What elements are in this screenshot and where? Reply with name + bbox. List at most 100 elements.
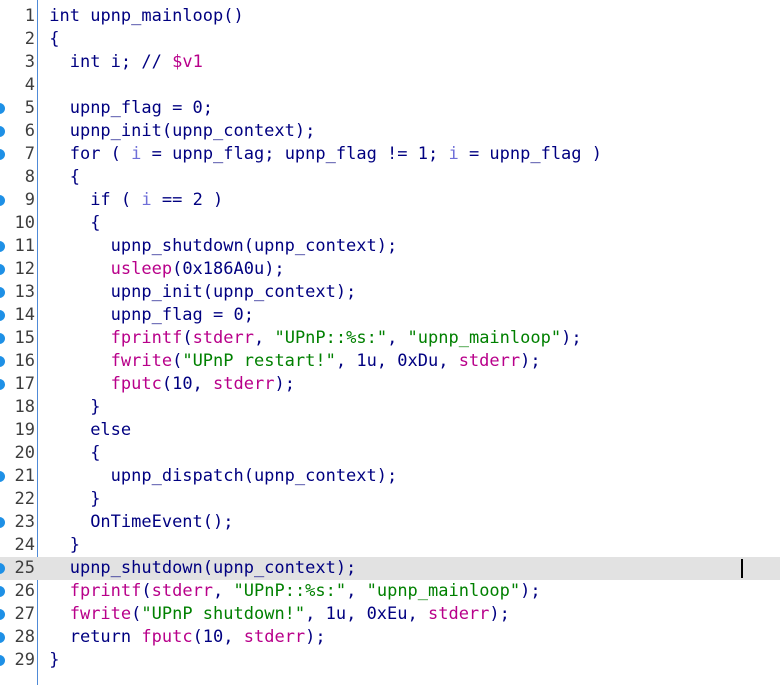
code-line[interactable]: 9 if ( i == 2 ) bbox=[0, 189, 780, 212]
code-token: int bbox=[69, 52, 111, 72]
code-line[interactable]: 29 } bbox=[0, 649, 780, 672]
code-token: i bbox=[141, 190, 152, 210]
code-text: { bbox=[39, 442, 100, 465]
code-token: ( bbox=[131, 604, 142, 624]
code-token: ( bbox=[182, 328, 193, 348]
code-token: } bbox=[69, 535, 80, 555]
code-token: ); bbox=[489, 604, 510, 624]
code-token: upnp_init(upnp_context); bbox=[110, 282, 357, 302]
line-number: 12 bbox=[14, 259, 35, 279]
line-number: 15 bbox=[14, 328, 35, 348]
code-line[interactable]: 2 { bbox=[0, 28, 780, 51]
code-line[interactable]: 12 usleep(0x186A0u); bbox=[0, 258, 780, 281]
code-text: return fputc(10, stderr); bbox=[39, 626, 326, 649]
code-token: upnp_shutdown(upnp_context); bbox=[110, 236, 398, 256]
code-line[interactable]: 5 upnp_flag = 0; bbox=[0, 97, 780, 120]
code-line[interactable]: 14 upnp_flag = 0; bbox=[0, 304, 780, 327]
code-token: ( bbox=[172, 351, 183, 371]
code-text: upnp_flag = 0; bbox=[39, 304, 254, 327]
code-token: // bbox=[141, 52, 173, 72]
line-number: 14 bbox=[14, 305, 35, 325]
code-token: ( bbox=[141, 581, 152, 601]
line-number: 21 bbox=[14, 466, 35, 486]
code-token: ); bbox=[274, 374, 295, 394]
code-token: $v1 bbox=[172, 52, 203, 72]
code-text: } bbox=[39, 649, 59, 672]
code-line[interactable]: 19 else bbox=[0, 419, 780, 442]
code-token: stderr bbox=[151, 581, 214, 601]
code-line[interactable]: 23 OnTimeEvent(); bbox=[0, 511, 780, 534]
code-token: "UPnP restart!" bbox=[182, 351, 336, 371]
code-token: , bbox=[346, 581, 367, 601]
code-token: i bbox=[448, 144, 459, 164]
code-token: upnp_dispatch(upnp_context); bbox=[110, 466, 398, 486]
code-text: int i; // $v1 bbox=[39, 51, 203, 74]
code-token: for bbox=[69, 144, 111, 164]
code-token: { bbox=[90, 443, 101, 463]
code-line[interactable]: 28 return fputc(10, stderr); bbox=[0, 626, 780, 649]
code-token: ); bbox=[520, 351, 541, 371]
code-line[interactable]: 16 fwrite("UPnP restart!", 1u, 0xDu, std… bbox=[0, 350, 780, 373]
line-number: 16 bbox=[14, 351, 35, 371]
code-token: { bbox=[49, 29, 60, 49]
code-line[interactable]: 4 bbox=[0, 74, 780, 97]
line-number: 23 bbox=[14, 512, 35, 532]
code-token: (0x186A0u); bbox=[172, 259, 285, 279]
code-text: fprintf(stderr, "UPnP::%s:", "upnp_mainl… bbox=[39, 580, 541, 603]
code-line[interactable]: 8 { bbox=[0, 166, 780, 189]
code-token: int bbox=[49, 6, 91, 26]
code-token: fwrite bbox=[110, 351, 173, 371]
code-text: fprintf(stderr, "UPnP::%s:", "upnp_mainl… bbox=[39, 327, 582, 350]
line-number: 24 bbox=[14, 535, 35, 555]
code-text: upnp_dispatch(upnp_context); bbox=[39, 465, 398, 488]
code-token: fprintf bbox=[110, 328, 183, 348]
code-token: usleep bbox=[110, 259, 173, 279]
pseudocode-editor[interactable]: 1 int upnp_mainloop() 2 {3 int i; // $v1 4… bbox=[0, 0, 780, 685]
code-line[interactable]: 7 for ( i = upnp_flag; upnp_flag != 1; i… bbox=[0, 143, 780, 166]
code-line[interactable]: 13 upnp_init(upnp_context); bbox=[0, 281, 780, 304]
code-token: ( bbox=[120, 190, 142, 210]
code-token: fwrite bbox=[69, 604, 132, 624]
line-number: 29 bbox=[14, 650, 35, 670]
code-token: = upnp_flag ) bbox=[458, 144, 602, 164]
code-token: i; bbox=[110, 52, 142, 72]
code-token: "UPnP::%s:" bbox=[274, 328, 388, 348]
code-line[interactable]: 3 int i; // $v1 bbox=[0, 51, 780, 74]
code-token: (10, bbox=[161, 374, 214, 394]
code-line[interactable]: 15 fprintf(stderr, "UPnP::%s:", "upnp_ma… bbox=[0, 327, 780, 350]
code-token: upnp_mainloop bbox=[90, 6, 224, 26]
code-line[interactable]: 27 fwrite("UPnP shutdown!", 1u, 0xEu, st… bbox=[0, 603, 780, 626]
code-text: fwrite("UPnP restart!", 1u, 0xDu, stderr… bbox=[39, 350, 541, 373]
code-token: upnp_flag = 0; bbox=[110, 305, 254, 325]
line-number: 19 bbox=[14, 420, 35, 440]
code-token: ); bbox=[305, 627, 326, 647]
code-line[interactable]: 21 upnp_dispatch(upnp_context); bbox=[0, 465, 780, 488]
code-token: fputc bbox=[141, 627, 193, 647]
line-number: 2 bbox=[24, 29, 35, 49]
code-line[interactable]: 1 int upnp_mainloop() bbox=[0, 5, 780, 28]
code-text: { bbox=[39, 28, 60, 51]
code-token: stderr bbox=[427, 604, 490, 624]
line-number: 4 bbox=[24, 75, 35, 95]
code-line[interactable]: 11 upnp_shutdown(upnp_context); bbox=[0, 235, 780, 258]
code-text: else bbox=[39, 419, 131, 442]
code-text: } bbox=[39, 488, 100, 511]
code-line[interactable]: 20 { bbox=[0, 442, 780, 465]
code-line[interactable]: 24 } bbox=[0, 534, 780, 557]
code-token: upnp_flag = 0; bbox=[69, 98, 214, 118]
code-line[interactable]: 17 fputc(10, stderr); bbox=[0, 373, 780, 396]
code-line[interactable]: 10 { bbox=[0, 212, 780, 235]
code-line[interactable]: 25 upnp_shutdown(upnp_context); bbox=[0, 557, 780, 580]
code-token: = upnp_flag; upnp_flag != 1; bbox=[141, 144, 449, 164]
code-text: { bbox=[39, 212, 100, 235]
code-line[interactable]: 22 } bbox=[0, 488, 780, 511]
code-token: stderr bbox=[458, 351, 521, 371]
code-token: == 2 ) bbox=[151, 190, 224, 210]
code-token: "UPnP::%s:" bbox=[233, 581, 347, 601]
code-line[interactable]: 26 fprintf(stderr, "UPnP::%s:", "upnp_ma… bbox=[0, 580, 780, 603]
code-token: stderr bbox=[213, 374, 275, 394]
code-line[interactable]: 6 upnp_init(upnp_context); bbox=[0, 120, 780, 143]
code-text: } bbox=[39, 534, 80, 557]
code-text: fputc(10, stderr); bbox=[39, 373, 295, 396]
code-line[interactable]: 18 } bbox=[0, 396, 780, 419]
